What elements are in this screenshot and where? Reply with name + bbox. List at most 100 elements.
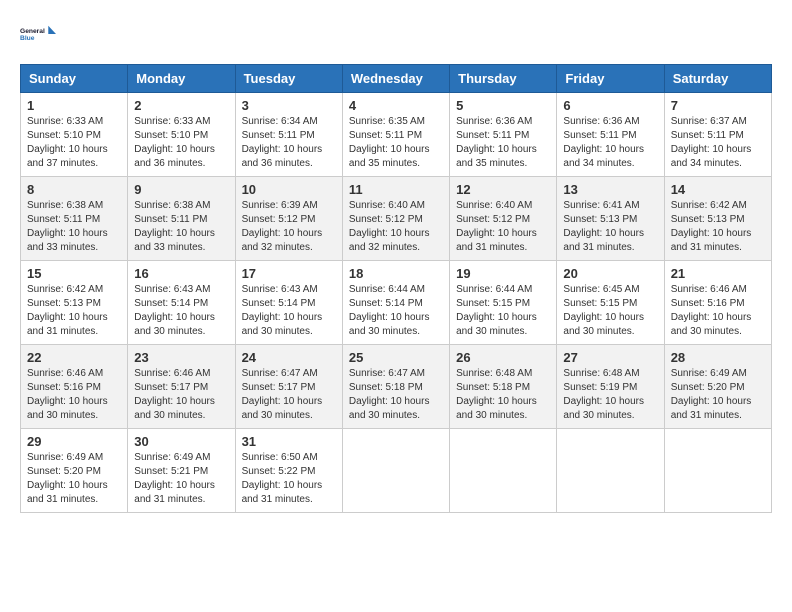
- day-number: 12: [456, 182, 550, 197]
- calendar-week-row: 22Sunrise: 6:46 AM Sunset: 5:16 PM Dayli…: [21, 345, 772, 429]
- svg-text:Blue: Blue: [20, 35, 35, 42]
- day-number: 28: [671, 350, 765, 365]
- calendar-cell: 25 Sunrise: 6:47 AM Sunset: 5:18 PM Dayli…: [342, 345, 449, 429]
- day-info: Sunrise: 6:42 AM Sunset: 5:13 PM Dayligh…: [27, 283, 121, 339]
- day-number: 1: [27, 98, 121, 113]
- day-number: 24: [242, 350, 336, 365]
- day-number: 15: [27, 266, 121, 281]
- day-number: 7: [671, 98, 765, 113]
- calendar-table: SundayMondayTuesdayWednesdayThursdayFrid…: [20, 64, 772, 513]
- day-info: Sunrise: 6:46 AM Sunset: 5:17 PM Dayligh…: [134, 367, 228, 423]
- calendar-cell: 1 Sunrise: 6:33 AM Sunset: 5:10 PM Daylig…: [21, 93, 128, 177]
- day-info: Sunrise: 6:50 AM Sunset: 5:22 PM Dayligh…: [242, 451, 336, 507]
- day-info: Sunrise: 6:42 AM Sunset: 5:13 PM Dayligh…: [671, 199, 765, 255]
- day-info: Sunrise: 6:37 AM Sunset: 5:11 PM Dayligh…: [671, 115, 765, 171]
- day-info: Sunrise: 6:34 AM Sunset: 5:11 PM Dayligh…: [242, 115, 336, 171]
- day-info: Sunrise: 6:36 AM Sunset: 5:11 PM Dayligh…: [563, 115, 657, 171]
- calendar-header-thursday: Thursday: [450, 65, 557, 93]
- calendar-week-row: 29 Sunrise: 6:49 AM Sunset: 5:20 PM Dayli…: [21, 429, 772, 513]
- calendar-cell: 18 Sunrise: 6:44 AM Sunset: 5:14 PM Dayli…: [342, 261, 449, 345]
- day-info: Sunrise: 6:49 AM Sunset: 5:21 PM Dayligh…: [134, 451, 228, 507]
- calendar-cell: 10Sunrise: 6:39 AM Sunset: 5:12 PM Dayli…: [235, 177, 342, 261]
- day-number: 22: [27, 350, 121, 365]
- day-info: Sunrise: 6:44 AM Sunset: 5:15 PM Dayligh…: [456, 283, 550, 339]
- day-number: 21: [671, 266, 765, 281]
- day-number: 8: [27, 182, 121, 197]
- day-number: 14: [671, 182, 765, 197]
- calendar-cell: [557, 429, 664, 513]
- day-number: 13: [563, 182, 657, 197]
- calendar-cell: 11Sunrise: 6:40 AM Sunset: 5:12 PM Dayli…: [342, 177, 449, 261]
- day-number: 3: [242, 98, 336, 113]
- calendar-cell: 23 Sunrise: 6:46 AM Sunset: 5:17 PM Dayli…: [128, 345, 235, 429]
- day-number: 9: [134, 182, 228, 197]
- calendar-cell: 8 Sunrise: 6:38 AM Sunset: 5:11 PM Daylig…: [21, 177, 128, 261]
- calendar-cell: 28 Sunrise: 6:49 AM Sunset: 5:20 PM Dayli…: [664, 345, 771, 429]
- calendar-cell: [664, 429, 771, 513]
- logo-icon: GeneralBlue: [20, 20, 56, 48]
- day-number: 2: [134, 98, 228, 113]
- calendar-cell: 22Sunrise: 6:46 AM Sunset: 5:16 PM Dayli…: [21, 345, 128, 429]
- day-number: 6: [563, 98, 657, 113]
- day-info: Sunrise: 6:49 AM Sunset: 5:20 PM Dayligh…: [27, 451, 121, 507]
- day-number: 4: [349, 98, 443, 113]
- day-info: Sunrise: 6:39 AM Sunset: 5:12 PM Dayligh…: [242, 199, 336, 255]
- calendar-cell: 20 Sunrise: 6:45 AM Sunset: 5:15 PM Dayli…: [557, 261, 664, 345]
- day-number: 16: [134, 266, 228, 281]
- day-number: 27: [563, 350, 657, 365]
- day-number: 19: [456, 266, 550, 281]
- day-number: 5: [456, 98, 550, 113]
- calendar-cell: 4Sunrise: 6:35 AM Sunset: 5:11 PM Daylig…: [342, 93, 449, 177]
- day-number: 25: [349, 350, 443, 365]
- day-info: Sunrise: 6:47 AM Sunset: 5:18 PM Dayligh…: [349, 367, 443, 423]
- calendar-cell: 26Sunrise: 6:48 AM Sunset: 5:18 PM Dayli…: [450, 345, 557, 429]
- calendar-cell: 29 Sunrise: 6:49 AM Sunset: 5:20 PM Dayli…: [21, 429, 128, 513]
- calendar-cell: 30Sunrise: 6:49 AM Sunset: 5:21 PM Dayli…: [128, 429, 235, 513]
- day-number: 17: [242, 266, 336, 281]
- calendar-cell: 3 Sunrise: 6:34 AM Sunset: 5:11 PM Daylig…: [235, 93, 342, 177]
- calendar-cell: 9 Sunrise: 6:38 AM Sunset: 5:11 PM Daylig…: [128, 177, 235, 261]
- calendar-header-friday: Friday: [557, 65, 664, 93]
- day-info: Sunrise: 6:38 AM Sunset: 5:11 PM Dayligh…: [134, 199, 228, 255]
- day-number: 31: [242, 434, 336, 449]
- day-info: Sunrise: 6:43 AM Sunset: 5:14 PM Dayligh…: [242, 283, 336, 339]
- calendar-cell: 12 Sunrise: 6:40 AM Sunset: 5:12 PM Dayli…: [450, 177, 557, 261]
- calendar-header-row: SundayMondayTuesdayWednesdayThursdayFrid…: [21, 65, 772, 93]
- day-info: Sunrise: 6:33 AM Sunset: 5:10 PM Dayligh…: [27, 115, 121, 171]
- calendar-cell: 27 Sunrise: 6:48 AM Sunset: 5:19 PM Dayli…: [557, 345, 664, 429]
- day-info: Sunrise: 6:45 AM Sunset: 5:15 PM Dayligh…: [563, 283, 657, 339]
- day-info: Sunrise: 6:33 AM Sunset: 5:10 PM Dayligh…: [134, 115, 228, 171]
- calendar-header-saturday: Saturday: [664, 65, 771, 93]
- calendar-cell: 17 Sunrise: 6:43 AM Sunset: 5:14 PM Dayli…: [235, 261, 342, 345]
- day-number: 26: [456, 350, 550, 365]
- day-number: 11: [349, 182, 443, 197]
- day-number: 18: [349, 266, 443, 281]
- calendar-cell: [450, 429, 557, 513]
- day-number: 23: [134, 350, 228, 365]
- calendar-cell: 31 Sunrise: 6:50 AM Sunset: 5:22 PM Dayli…: [235, 429, 342, 513]
- day-number: 29: [27, 434, 121, 449]
- calendar-cell: 21 Sunrise: 6:46 AM Sunset: 5:16 PM Dayli…: [664, 261, 771, 345]
- day-info: Sunrise: 6:46 AM Sunset: 5:16 PM Dayligh…: [671, 283, 765, 339]
- day-info: Sunrise: 6:49 AM Sunset: 5:20 PM Dayligh…: [671, 367, 765, 423]
- calendar-week-row: 8 Sunrise: 6:38 AM Sunset: 5:11 PM Daylig…: [21, 177, 772, 261]
- calendar-cell: [342, 429, 449, 513]
- day-info: Sunrise: 6:43 AM Sunset: 5:14 PM Dayligh…: [134, 283, 228, 339]
- day-info: Sunrise: 6:48 AM Sunset: 5:19 PM Dayligh…: [563, 367, 657, 423]
- calendar-cell: 24Sunrise: 6:47 AM Sunset: 5:17 PM Dayli…: [235, 345, 342, 429]
- day-info: Sunrise: 6:40 AM Sunset: 5:12 PM Dayligh…: [456, 199, 550, 255]
- calendar-cell: 6 Sunrise: 6:36 AM Sunset: 5:11 PM Daylig…: [557, 93, 664, 177]
- day-number: 20: [563, 266, 657, 281]
- day-info: Sunrise: 6:38 AM Sunset: 5:11 PM Dayligh…: [27, 199, 121, 255]
- calendar-cell: 2 Sunrise: 6:33 AM Sunset: 5:10 PM Daylig…: [128, 93, 235, 177]
- calendar-cell: 15 Sunrise: 6:42 AM Sunset: 5:13 PM Dayli…: [21, 261, 128, 345]
- logo: GeneralBlue: [20, 20, 56, 48]
- day-info: Sunrise: 6:36 AM Sunset: 5:11 PM Dayligh…: [456, 115, 550, 171]
- calendar-header-wednesday: Wednesday: [342, 65, 449, 93]
- calendar-cell: 13Sunrise: 6:41 AM Sunset: 5:13 PM Dayli…: [557, 177, 664, 261]
- day-info: Sunrise: 6:44 AM Sunset: 5:14 PM Dayligh…: [349, 283, 443, 339]
- calendar-cell: 7 Sunrise: 6:37 AM Sunset: 5:11 PM Daylig…: [664, 93, 771, 177]
- calendar-cell: 16 Sunrise: 6:43 AM Sunset: 5:14 PM Dayli…: [128, 261, 235, 345]
- svg-text:General: General: [20, 28, 45, 35]
- calendar-header-tuesday: Tuesday: [235, 65, 342, 93]
